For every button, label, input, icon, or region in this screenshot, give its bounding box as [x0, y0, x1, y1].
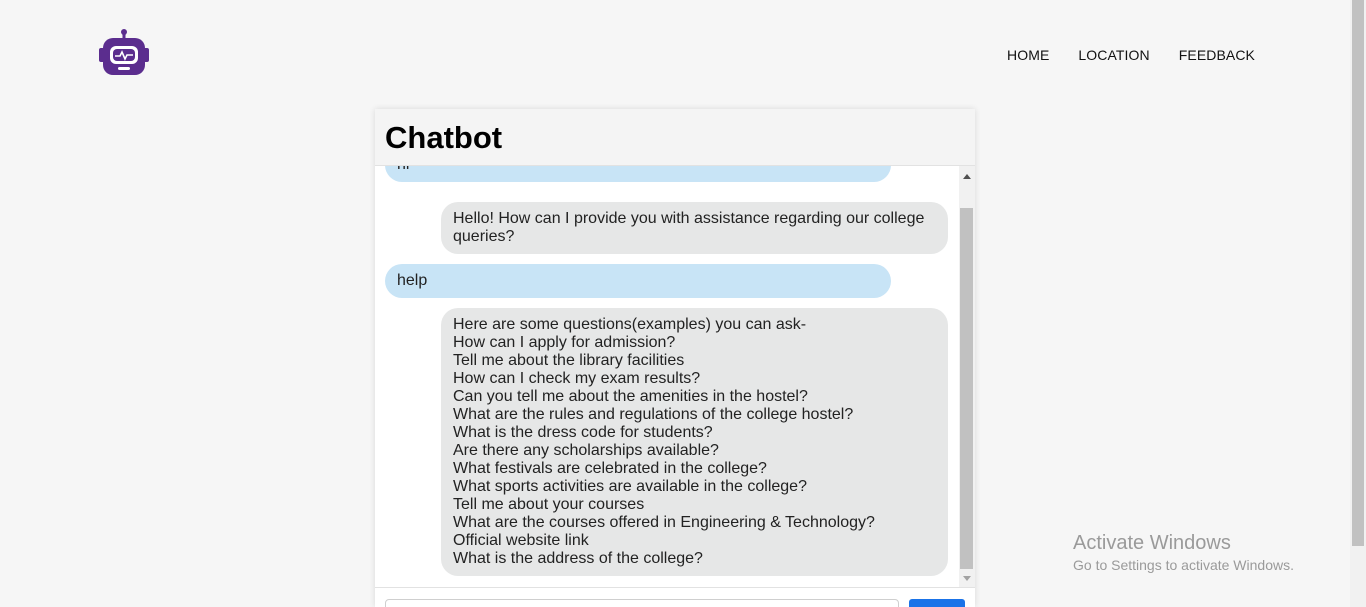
activate-windows-watermark: Activate Windows Go to Settings to activ… — [1073, 531, 1294, 575]
message-input[interactable] — [385, 599, 899, 607]
scroll-down-arrow-icon[interactable] — [959, 570, 975, 586]
chat-header: Chatbot — [375, 109, 975, 166]
send-button[interactable] — [909, 599, 965, 607]
bot-message-line: What sports activities are available in … — [453, 478, 807, 495]
scroll-up-arrow-icon[interactable] — [959, 168, 975, 184]
bot-message-line: Are there any scholarships available? — [453, 442, 719, 459]
bot-message-line: Here are some questions(examples) you ca… — [453, 316, 807, 333]
bot-message-line: Official website link — [453, 532, 589, 549]
watermark-subtitle: Go to Settings to activate Windows. — [1073, 557, 1294, 573]
chat-scrollbar[interactable] — [959, 166, 975, 587]
bot-message-line: How can I check my exam results? — [453, 370, 701, 387]
nav-home-link[interactable]: HOME — [1007, 47, 1049, 63]
bot-message-line: What are the courses offered in Engineer… — [453, 514, 875, 531]
scrollbar-thumb[interactable] — [960, 208, 973, 569]
bot-message-line: What is the address of the college? — [453, 550, 703, 567]
user-message: hi — [385, 166, 891, 182]
bot-message-line: Hello! How can I provide you with assist… — [453, 210, 925, 227]
bot-message-line: Can you tell me about the amenities in t… — [453, 388, 808, 405]
bot-message-line: How can I apply for admission? — [453, 334, 676, 351]
chat-title: Chatbot — [385, 120, 503, 155]
bot-message-line: Tell me about the library facilities — [453, 352, 685, 369]
chat-panel: Chatbot hi Hello! How can I provide you … — [375, 109, 975, 607]
main-nav: HOME LOCATION FEEDBACK — [1007, 47, 1284, 63]
page: HOME LOCATION FEEDBACK Chatbot hi Hello!… — [0, 0, 1366, 607]
user-message: help — [385, 264, 891, 298]
bot-message: Here are some questions(examples) you ca… — [441, 308, 948, 576]
watermark-title: Activate Windows — [1073, 532, 1231, 554]
bot-message-line: What is the dress code for students? — [453, 424, 713, 441]
message-list[interactable]: hi Hello! How can I provide you with ass… — [375, 166, 959, 586]
bot-message-line: What festivals are celebrated in the col… — [453, 460, 767, 477]
bot-message-line: What are the rules and regulations of th… — [453, 406, 854, 423]
bot-message-line: Tell me about your courses — [453, 496, 645, 513]
robot-icon[interactable] — [98, 28, 150, 78]
nav-location-link[interactable]: LOCATION — [1078, 47, 1149, 63]
bot-message: Hello! How can I provide you with assist… — [441, 202, 948, 254]
nav-feedback-link[interactable]: FEEDBACK — [1179, 47, 1255, 63]
bot-message-line: queries? — [453, 228, 515, 245]
page-scrollbar-thumb[interactable] — [1352, 0, 1364, 546]
chat-input-area — [375, 587, 975, 607]
